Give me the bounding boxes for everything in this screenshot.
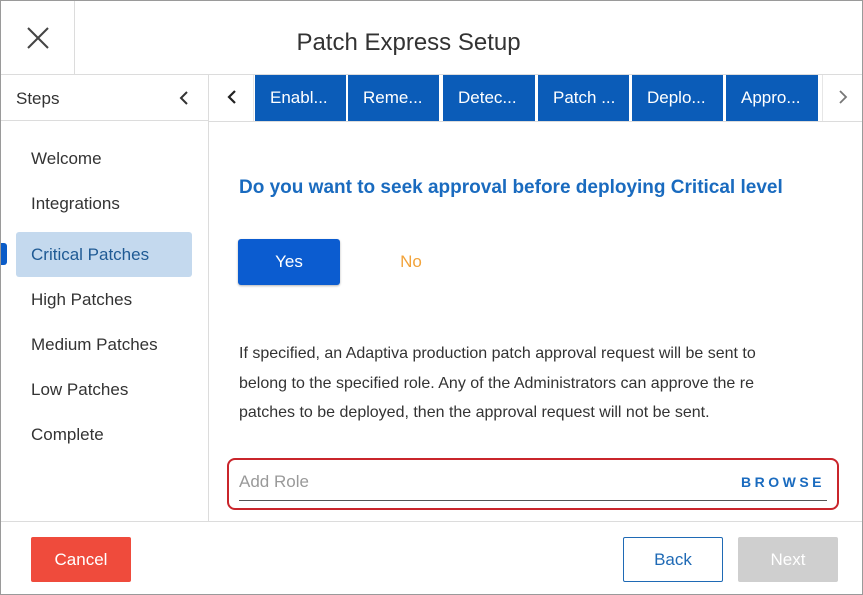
browse-button[interactable]: BROWSE bbox=[741, 474, 825, 490]
description-line: If specified, an Adaptiva production pat… bbox=[239, 345, 756, 362]
back-button[interactable]: Back bbox=[623, 537, 723, 582]
tab-patch[interactable]: Patch ... bbox=[538, 75, 629, 121]
step-medium-patches[interactable]: Medium Patches bbox=[16, 322, 192, 367]
no-button[interactable]: No bbox=[381, 239, 441, 285]
step-welcome[interactable]: Welcome bbox=[16, 136, 192, 181]
steps-header: Steps bbox=[1, 75, 208, 121]
description-line: patches to be deployed, then the approva… bbox=[239, 404, 710, 421]
close-icon bbox=[27, 27, 49, 49]
chevron-left-icon bbox=[179, 91, 188, 105]
chevron-left-icon bbox=[227, 90, 236, 104]
tab-enable[interactable]: Enabl... bbox=[255, 75, 346, 121]
approval-description: If specified, an Adaptiva production pat… bbox=[239, 339, 823, 428]
input-underline bbox=[239, 500, 827, 501]
collapse-sidebar-button[interactable] bbox=[174, 86, 194, 110]
footer-bar: Cancel Back Next bbox=[1, 521, 862, 594]
step-low-patches[interactable]: Low Patches bbox=[16, 367, 192, 412]
step-complete[interactable]: Complete bbox=[16, 412, 192, 457]
step-critical-patches[interactable]: Critical Patches bbox=[16, 232, 192, 277]
tab-bar: Enabl... Reme... Detec... Patch ... Depl… bbox=[209, 75, 862, 122]
setup-window: Patch Express Setup Steps Welcome Integr… bbox=[0, 0, 863, 595]
tab-remediation[interactable]: Reme... bbox=[348, 75, 439, 121]
steps-label: Steps bbox=[16, 89, 60, 108]
cancel-button[interactable]: Cancel bbox=[31, 537, 131, 582]
next-button[interactable]: Next bbox=[738, 537, 838, 582]
add-role-field-group: BROWSE bbox=[227, 458, 839, 510]
add-role-input[interactable] bbox=[239, 470, 739, 494]
main-panel: Enabl... Reme... Detec... Patch ... Depl… bbox=[209, 75, 862, 521]
tab-scroll-right-button[interactable] bbox=[822, 75, 862, 121]
description-line: belong to the specified role. Any of the… bbox=[239, 374, 754, 392]
tab-detection[interactable]: Detec... bbox=[443, 75, 535, 121]
close-button[interactable] bbox=[1, 1, 75, 75]
active-step-marker bbox=[1, 243, 7, 265]
approval-question: Do you want to seek approval before depl… bbox=[239, 177, 783, 198]
window-title: Patch Express Setup bbox=[296, 29, 521, 56]
steps-sidebar: Steps Welcome Integrations Critical Patc… bbox=[1, 75, 209, 521]
step-high-patches[interactable]: High Patches bbox=[16, 277, 192, 322]
tab-deployment[interactable]: Deplo... bbox=[632, 75, 723, 121]
step-integrations[interactable]: Integrations bbox=[16, 181, 192, 226]
tab-approval[interactable]: Appro... bbox=[726, 75, 818, 121]
chevron-right-icon bbox=[839, 90, 848, 104]
tab-scroll-left-button[interactable] bbox=[209, 75, 254, 121]
yes-button[interactable]: Yes bbox=[238, 239, 340, 285]
title-bar: Patch Express Setup bbox=[1, 1, 862, 75]
